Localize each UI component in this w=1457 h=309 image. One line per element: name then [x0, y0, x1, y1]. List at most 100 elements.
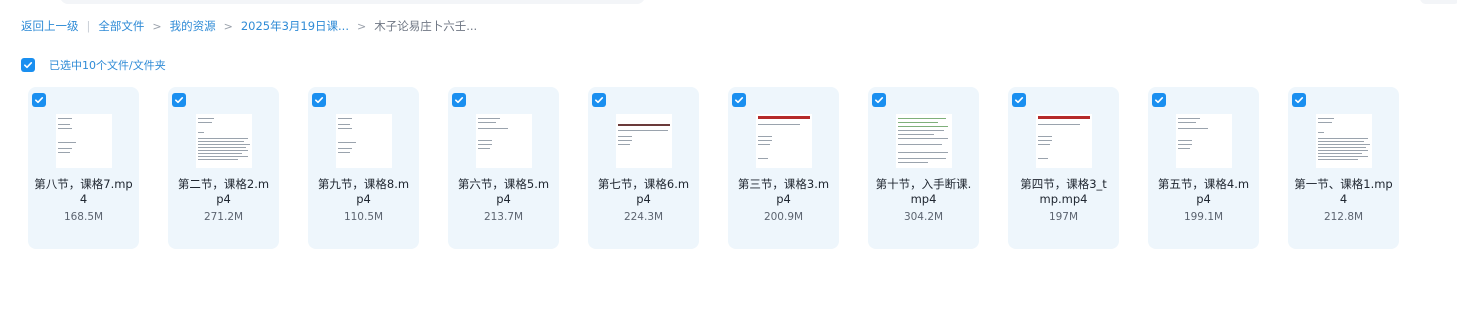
- file-size: 199.1M: [1183, 211, 1224, 223]
- file-size: 271.2M: [203, 211, 244, 223]
- file-size: 110.5M: [343, 211, 384, 223]
- thumbnail-line: [758, 124, 800, 125]
- file-card[interactable]: 第九节，课格8.m p4 110.5M: [308, 87, 419, 249]
- thumbnail-line: [58, 124, 70, 125]
- thumbnail-line: [58, 148, 72, 149]
- back-link[interactable]: 返回上一级: [21, 18, 79, 34]
- breadcrumb-my-resources[interactable]: 我的资源: [170, 18, 216, 34]
- breadcrumb-current-folder: 木子论易庄卜六壬...: [374, 19, 478, 33]
- video-thumbnail: [756, 114, 812, 168]
- chevron-right-icon: >: [152, 19, 162, 33]
- file-name-line: 第十节，入手断课.: [875, 177, 972, 191]
- file-card[interactable]: 第五节，课格4.m p4 199.1M: [1148, 87, 1259, 249]
- thumbnail-line: [758, 140, 772, 141]
- thumbnail-line: [898, 134, 934, 135]
- thumbnail-line: [198, 159, 238, 160]
- thumbnail-line: [198, 147, 246, 148]
- toolbar-button-edge[interactable]: [1420, 0, 1457, 4]
- file-checkbox[interactable]: [1012, 93, 1026, 107]
- thumbnail-line: [1318, 132, 1324, 133]
- file-name-line: 第三节，课格3.m: [737, 177, 830, 191]
- file-name-line: p4: [636, 192, 651, 206]
- thumbnail-line: [58, 118, 72, 119]
- thumbnail-header: [758, 116, 810, 119]
- file-card[interactable]: 第三节，课格3.m p4 200.9M: [728, 87, 839, 249]
- thumbnail-line: [1038, 158, 1048, 159]
- file-card[interactable]: 第十节，入手断课. mp4 304.2M: [868, 87, 979, 249]
- file-name: 第七节，课格6.m p4: [588, 177, 699, 207]
- thumbnail-line: [1318, 141, 1364, 142]
- file-name-line: 第六节，课格5.m: [457, 177, 550, 191]
- check-icon: [455, 97, 464, 104]
- check-icon: [175, 97, 184, 104]
- file-name-line: 4: [79, 192, 88, 206]
- file-checkbox[interactable]: [1292, 93, 1306, 107]
- file-card[interactable]: 第八节，课格7.mp 4 168.5M: [28, 87, 139, 249]
- thumbnail-line: [618, 140, 632, 141]
- file-name: 第四节，课格3_t mp.mp4: [1008, 177, 1119, 207]
- file-name: 第八节，课格7.mp 4: [28, 177, 139, 207]
- file-size: 224.3M: [623, 211, 664, 223]
- select-all-checkbox[interactable]: [21, 58, 35, 72]
- file-checkbox[interactable]: [592, 93, 606, 107]
- check-icon: [315, 97, 324, 104]
- file-checkbox[interactable]: [1152, 93, 1166, 107]
- check-icon: [24, 62, 33, 69]
- file-checkbox[interactable]: [872, 93, 886, 107]
- thumbnail-line: [58, 152, 70, 153]
- file-name-line: p4: [356, 192, 371, 206]
- thumbnail-line: [1318, 138, 1368, 139]
- thumbnail-line: [618, 136, 632, 137]
- file-checkbox[interactable]: [172, 93, 186, 107]
- breadcrumb-all-files[interactable]: 全部文件: [98, 18, 144, 34]
- thumbnail-line: [338, 142, 356, 143]
- video-thumbnail: [1316, 114, 1372, 168]
- thumbnail-line: [478, 148, 490, 149]
- file-name-line: 第九节，课格8.m: [317, 177, 410, 191]
- thumbnail-line: [898, 162, 928, 163]
- file-name-line: p4: [216, 192, 231, 206]
- file-name-line: p4: [1196, 192, 1211, 206]
- thumbnail-line: [338, 128, 352, 129]
- file-name: 第一节、课格1.mp 4: [1288, 177, 1399, 207]
- thumbnail-line: [338, 124, 350, 125]
- thumbnail-line: [758, 158, 768, 159]
- thumbnail-line: [898, 152, 948, 153]
- thumbnail-line: [898, 126, 948, 127]
- file-size: 197M: [1048, 211, 1079, 223]
- file-name-line: mp.mp4: [1039, 192, 1088, 206]
- thumbnail-line: [478, 140, 492, 141]
- thumbnail-line: [1318, 156, 1368, 157]
- thumbnail-line: [1038, 144, 1050, 145]
- thumbnail-line: [198, 156, 248, 157]
- breadcrumb: 返回上一级 | 全部文件 > 我的资源 > 2025年3月19日课... > 木…: [21, 18, 477, 34]
- breadcrumb-divider: |: [86, 19, 91, 33]
- file-checkbox[interactable]: [312, 93, 326, 107]
- file-name-line: 第一节、课格1.mp: [1294, 177, 1393, 191]
- file-name-line: 第四节，课格3_t: [1020, 177, 1107, 191]
- thumbnail-line: [1318, 159, 1358, 160]
- check-icon: [1295, 97, 1304, 104]
- thumbnail-line: [338, 152, 350, 153]
- file-name: 第九节，课格8.m p4: [308, 177, 419, 207]
- file-name: 第五节，课格4.m p4: [1148, 177, 1259, 207]
- file-card[interactable]: 第四节，课格3_t mp.mp4 197M: [1008, 87, 1119, 249]
- thumbnail-line: [1038, 124, 1080, 125]
- file-checkbox[interactable]: [452, 93, 466, 107]
- file-checkbox[interactable]: [32, 93, 46, 107]
- thumbnail-line: [898, 138, 948, 139]
- thumbnail-line: [898, 158, 946, 159]
- file-name-line: p4: [496, 192, 511, 206]
- file-card[interactable]: 第六节，课格5.m p4 213.7M: [448, 87, 559, 249]
- chevron-right-icon: >: [223, 19, 233, 33]
- file-card[interactable]: 第一节、课格1.mp 4 212.8M: [1288, 87, 1399, 249]
- thumbnail-line: [1178, 128, 1208, 129]
- breadcrumb-course-folder[interactable]: 2025年3月19日课...: [241, 18, 349, 34]
- file-checkbox[interactable]: [732, 93, 746, 107]
- thumbnail-line: [898, 122, 938, 123]
- file-size: 200.9M: [763, 211, 804, 223]
- file-card[interactable]: 第二节，课格2.m p4 271.2M: [168, 87, 279, 249]
- thumbnail-line: [478, 118, 500, 119]
- search-bar-edge[interactable]: [60, 0, 645, 4]
- file-card[interactable]: 第七节，课格6.m p4 224.3M: [588, 87, 699, 249]
